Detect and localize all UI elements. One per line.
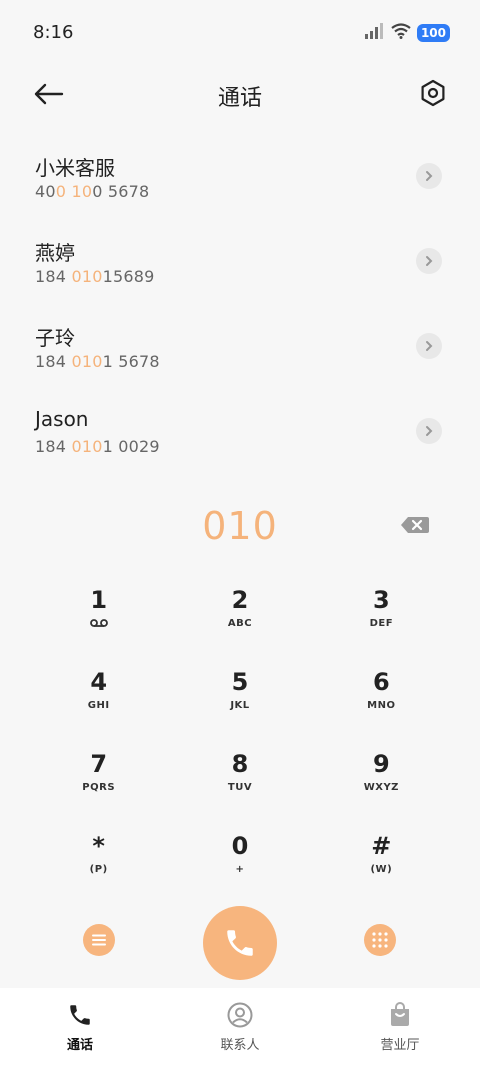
status-time: 8:16	[33, 22, 74, 43]
number-match-highlight: 0	[55, 182, 67, 201]
contact-name: 燕婷	[35, 241, 75, 265]
contact-number: 184 0101 0029	[35, 437, 160, 456]
contact-detail-button[interactable]	[416, 248, 442, 274]
number-segment: 184	[35, 352, 72, 371]
number-match-highlight: 10	[71, 182, 93, 201]
key-letters: WXYZ	[363, 782, 399, 793]
key-letters: (W)	[370, 864, 393, 875]
key-letters: DEF	[369, 618, 394, 629]
number-segment: 40	[35, 182, 56, 201]
key-digit: 9	[372, 750, 390, 778]
contact-result-row[interactable]: 燕婷 184 01015689	[0, 225, 480, 310]
key-letters: JKL	[230, 700, 250, 711]
number-match-highlight: 010	[71, 267, 103, 286]
key-2[interactable]: 2 ABC	[169, 578, 310, 660]
dialpad-icon	[372, 932, 388, 948]
key-hash[interactable]: # (W)	[311, 824, 452, 906]
number-segment: 0 5678	[92, 182, 150, 201]
key-digit: 0	[231, 832, 249, 860]
key-digit: *	[92, 832, 105, 860]
contact-result-row[interactable]: 小米客服 400 100 5678	[0, 140, 480, 225]
contact-name: 小米客服	[35, 156, 115, 180]
key-9[interactable]: 9 WXYZ	[311, 742, 452, 824]
key-3[interactable]: 3 DEF	[311, 578, 452, 660]
chevron-right-icon	[426, 256, 433, 266]
wifi-icon	[391, 23, 411, 43]
key-6[interactable]: 6 MNO	[311, 660, 452, 742]
key-7[interactable]: 7 PQRS	[28, 742, 169, 824]
menu-icon	[92, 934, 106, 946]
menu-button[interactable]	[83, 924, 115, 956]
contact-result-row[interactable]: 子玲 184 0101 5678	[0, 310, 480, 395]
page-title: 通话	[217, 86, 262, 111]
call-button[interactable]	[203, 906, 277, 980]
gear-icon	[421, 79, 445, 107]
key-digit: 2	[231, 586, 249, 614]
key-5[interactable]: 5 JKL	[169, 660, 310, 742]
key-digit: 7	[90, 750, 108, 778]
number-segment: 1 5678	[102, 352, 160, 371]
number-segment: 184	[35, 437, 72, 456]
chevron-right-icon	[426, 426, 433, 436]
contact-detail-button[interactable]	[416, 163, 442, 189]
key-letters: TUV	[227, 782, 253, 793]
key-digit: 4	[90, 668, 108, 696]
nav-item-service-hall[interactable]: 营业厅	[320, 988, 480, 1067]
chevron-right-icon	[426, 171, 433, 181]
key-letters: +	[235, 864, 245, 875]
key-letters: ABC	[227, 618, 253, 629]
key-1[interactable]: 1	[28, 578, 169, 660]
contact-number: 184 0101 5678	[35, 352, 160, 371]
key-0[interactable]: 0 +	[169, 824, 310, 906]
nav-label: 营业厅	[380, 1038, 420, 1053]
nav-item-calls[interactable]: 通话	[0, 988, 160, 1067]
key-letters: MNO	[367, 700, 396, 711]
key-star[interactable]: * (P)	[28, 824, 169, 906]
backspace-icon	[401, 517, 429, 533]
phone-icon	[227, 930, 253, 956]
key-4[interactable]: 4 GHI	[28, 660, 169, 742]
bottom-navigation: 通话 联系人 营业厅	[0, 988, 480, 1067]
number-segment: 1 0029	[102, 437, 160, 456]
contact-detail-button[interactable]	[416, 333, 442, 359]
battery-indicator: 100	[416, 24, 450, 42]
voicemail-icon	[89, 618, 108, 630]
contact-number: 184 01015689	[35, 267, 154, 286]
signal-icon	[364, 23, 385, 43]
chevron-right-icon	[426, 341, 433, 351]
contact-result-row[interactable]: Jason 184 0101 0029	[0, 395, 480, 480]
key-letters: (P)	[89, 864, 108, 875]
key-digit: 3	[372, 586, 390, 614]
key-digit: 8	[231, 750, 249, 778]
key-letters: PQRS	[82, 782, 116, 793]
contacts-icon	[227, 1002, 253, 1028]
key-digit: 1	[90, 586, 108, 614]
number-match-highlight: 010	[71, 437, 103, 456]
key-8[interactable]: 8 TUV	[169, 742, 310, 824]
nav-label: 通话	[66, 1038, 93, 1053]
number-segment: 15689	[102, 267, 155, 286]
key-letters: GHI	[87, 700, 110, 711]
backspace-button[interactable]	[400, 515, 434, 537]
settings-button[interactable]	[416, 76, 450, 110]
number-match-highlight: 010	[71, 352, 103, 371]
shopping-bag-icon	[391, 1002, 409, 1026]
contact-name: Jason	[35, 407, 89, 431]
key-digit: 5	[231, 668, 249, 696]
contact-results-list: 小米客服 400 100 5678 燕婷 184 01015689 子玲 184…	[0, 140, 480, 480]
contact-detail-button[interactable]	[416, 418, 442, 444]
contact-number: 400 100 5678	[35, 182, 149, 201]
nav-label: 联系人	[220, 1038, 260, 1053]
number-segment: 184	[35, 267, 72, 286]
phone-icon	[70, 1005, 90, 1025]
key-digit: #	[371, 832, 392, 860]
dial-keypad: 1 2 ABC 3 DEF 4 GHI 5 JKL 6 MNO 7 PQRS 8…	[28, 578, 452, 906]
contact-name: 子玲	[35, 326, 75, 350]
status-icons: 100	[364, 22, 450, 44]
key-digit: 6	[372, 668, 390, 696]
nav-item-contacts[interactable]: 联系人	[160, 988, 320, 1067]
dialpad-toggle-button[interactable]	[364, 924, 396, 956]
